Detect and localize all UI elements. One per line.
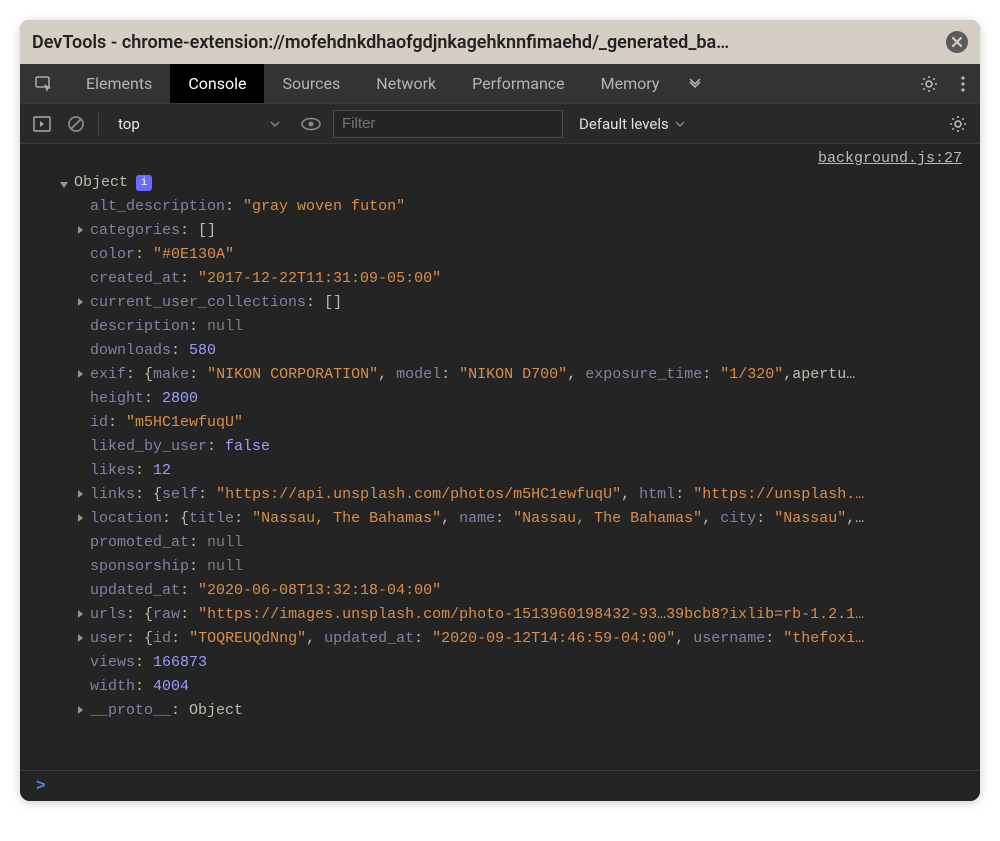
- object-property[interactable]: links: {self: "https://api.unsplash.com/…: [78, 483, 964, 507]
- object-property: alt_description: "gray woven futon": [78, 195, 964, 219]
- info-badge[interactable]: i: [136, 175, 152, 191]
- element-picker-icon[interactable]: [20, 64, 68, 103]
- console-prompt[interactable]: >: [20, 770, 980, 801]
- expand-triangle-icon[interactable]: [78, 490, 83, 498]
- tab-elements[interactable]: Elements: [68, 64, 170, 103]
- object-property: sponsorship: null: [78, 555, 964, 579]
- more-tabs-button[interactable]: [677, 64, 713, 103]
- object-property: created_at: "2017-12-22T11:31:09-05:00": [78, 267, 964, 291]
- object-root[interactable]: Object i: [60, 171, 964, 195]
- object-property: id: "m5HC1ewfuqU": [78, 411, 964, 435]
- context-label: top: [118, 115, 262, 133]
- toggle-sidebar-icon[interactable]: [30, 112, 54, 136]
- tab-console[interactable]: Console: [170, 64, 264, 103]
- object-property: description: null: [78, 315, 964, 339]
- object-property: promoted_at: null: [78, 531, 964, 555]
- devtools-window: DevTools - chrome-extension://mofehdnkdh…: [20, 20, 980, 801]
- panel-tabs-bar: Elements Console Sources Network Perform…: [20, 64, 980, 104]
- chevron-down-icon: [270, 121, 280, 127]
- kebab-menu-icon[interactable]: [946, 64, 980, 103]
- object-property: views: 166873: [78, 651, 964, 675]
- expand-triangle-icon[interactable]: [78, 610, 83, 618]
- object-property[interactable]: exif: {make: "NIKON CORPORATION", model:…: [78, 363, 964, 387]
- expand-triangle-icon[interactable]: [78, 514, 83, 522]
- object-property[interactable]: urls: {raw: "https://images.unsplash.com…: [78, 603, 964, 627]
- source-link[interactable]: background.js:27: [818, 150, 962, 167]
- object-property: width: 4004: [78, 675, 964, 699]
- tab-memory[interactable]: Memory: [583, 64, 678, 103]
- expand-triangle-icon[interactable]: [78, 370, 83, 378]
- filter-input[interactable]: [333, 110, 563, 138]
- window-title: DevTools - chrome-extension://mofehdnkdh…: [32, 32, 938, 53]
- close-button[interactable]: [946, 31, 968, 53]
- source-link-row: background.js:27: [20, 144, 980, 167]
- expand-triangle-icon[interactable]: [78, 634, 83, 642]
- prompt-chevron-icon: >: [36, 777, 46, 795]
- object-property[interactable]: location: {title: "Nassau, The Bahamas",…: [78, 507, 964, 531]
- clear-console-icon[interactable]: [64, 112, 88, 136]
- expand-triangle-icon[interactable]: [78, 298, 83, 306]
- expand-triangle-icon[interactable]: [60, 182, 68, 188]
- object-property[interactable]: current_user_collections: []: [78, 291, 964, 315]
- chevron-down-icon: [675, 121, 685, 127]
- object-property: liked_by_user: false: [78, 435, 964, 459]
- expand-triangle-icon[interactable]: [78, 226, 83, 234]
- tab-network[interactable]: Network: [358, 64, 454, 103]
- execution-context-select[interactable]: top: [109, 110, 289, 138]
- object-property: likes: 12: [78, 459, 964, 483]
- settings-gear-icon[interactable]: [912, 64, 946, 103]
- console-toolbar: top Default levels: [20, 104, 980, 144]
- object-property[interactable]: __proto__: Object: [78, 699, 964, 723]
- live-expression-icon[interactable]: [299, 112, 323, 136]
- expand-triangle-icon[interactable]: [78, 706, 83, 714]
- tab-performance[interactable]: Performance: [454, 64, 583, 103]
- console-settings-gear-icon[interactable]: [946, 112, 970, 136]
- object-property[interactable]: user: {id: "TOQREUQdNng", updated_at: "2…: [78, 627, 964, 651]
- tab-sources[interactable]: Sources: [264, 64, 358, 103]
- object-property: downloads: 580: [78, 339, 964, 363]
- object-property: updated_at: "2020-06-08T13:32:18-04:00": [78, 579, 964, 603]
- console-output: Object i alt_description: "gray woven fu…: [20, 167, 980, 770]
- window-titlebar: DevTools - chrome-extension://mofehdnkdh…: [20, 20, 980, 64]
- object-property[interactable]: categories: []: [78, 219, 964, 243]
- object-property: height: 2800: [78, 387, 964, 411]
- log-levels-select[interactable]: Default levels: [573, 115, 691, 133]
- object-property: color: "#0E130A": [78, 243, 964, 267]
